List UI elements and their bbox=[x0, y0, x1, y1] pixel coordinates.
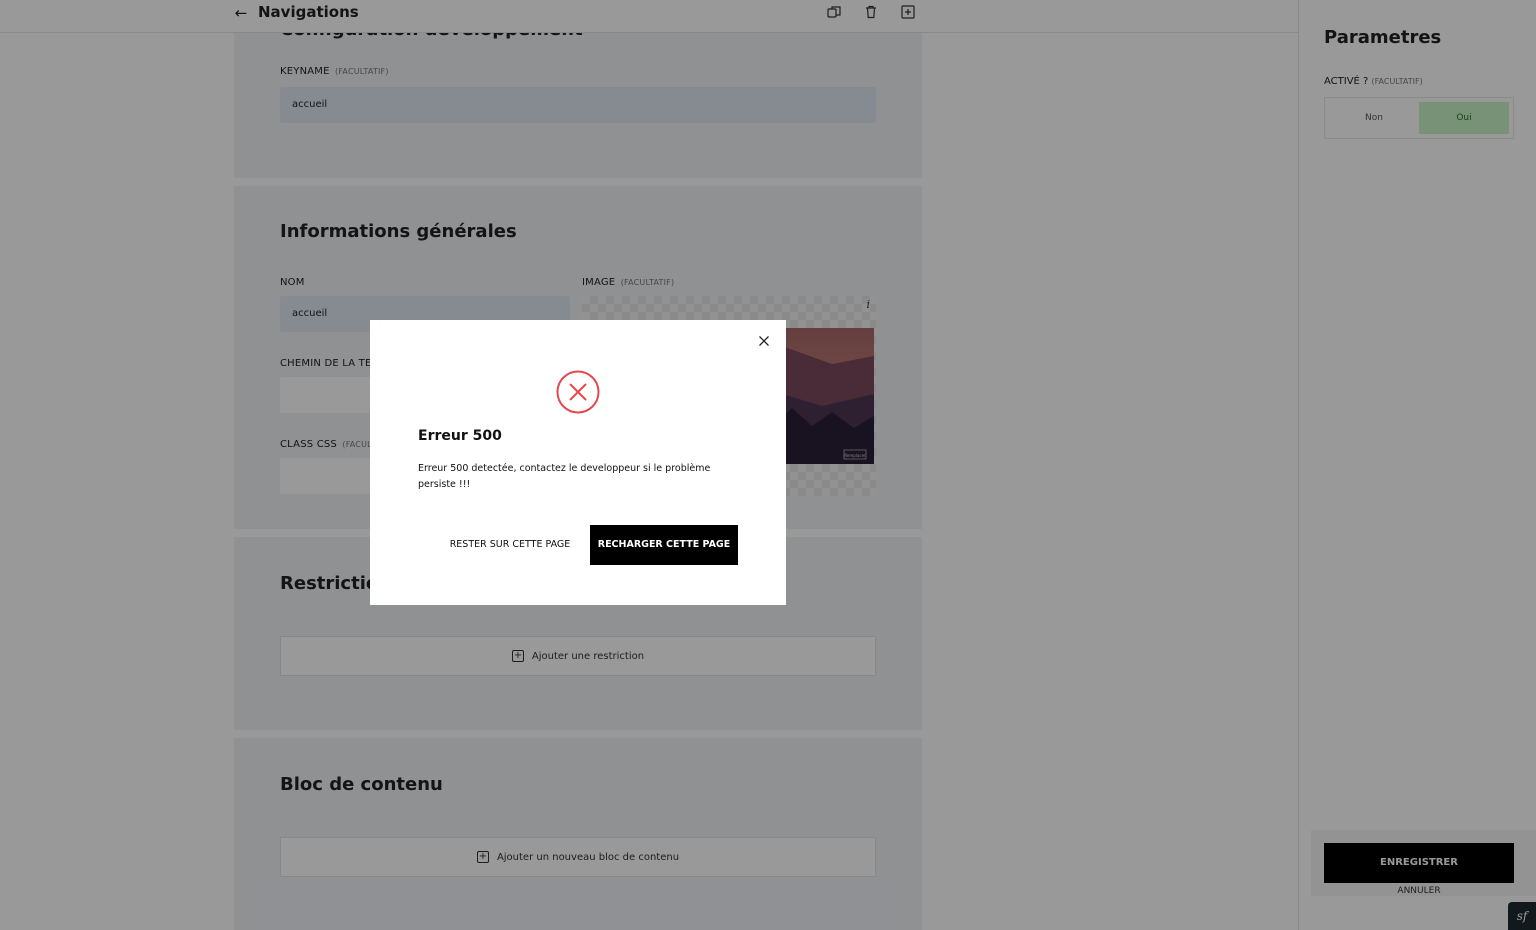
close-icon[interactable] bbox=[756, 333, 772, 349]
error-icon bbox=[556, 370, 600, 414]
reload-page-button[interactable]: RECHARGER CETTE PAGE bbox=[590, 525, 738, 565]
dialog-title: Erreur 500 bbox=[418, 428, 502, 444]
error-dialog: Erreur 500 Erreur 500 detectée, contacte… bbox=[370, 320, 786, 605]
stay-on-page-button[interactable]: RESTER SUR CETTE PAGE bbox=[440, 525, 580, 565]
dialog-message: Erreur 500 detectée, contactez le develo… bbox=[418, 463, 711, 490]
